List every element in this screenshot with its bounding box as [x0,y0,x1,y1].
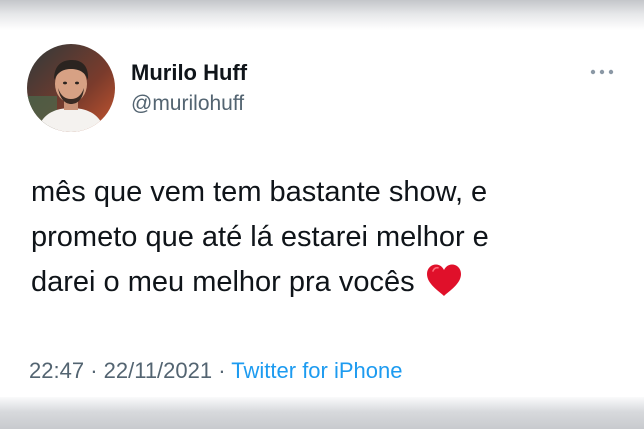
meta-separator: · [218,358,226,383]
screenshot-frame: Murilo Huff @murilohuff mês que vem tem … [0,0,644,429]
tweet-source-link[interactable]: Twitter for iPhone [231,358,402,383]
tweet-text: mês que vem tem bastante show, e prometo… [31,170,621,305]
tweet-meta: 22:47 · 22/11/2021 · Twitter for iPhone [29,358,402,384]
author-handle[interactable]: @murilohuff [131,92,244,116]
tweet-text-line-last: darei o meu melhor pra vocês [31,260,621,305]
tweet-date[interactable]: 22/11/2021 [104,358,212,383]
author-name[interactable]: Murilo Huff [131,60,247,86]
tweet-text-line: darei o meu melhor pra vocês [31,266,415,298]
tweet-time[interactable]: 22:47 [29,358,84,383]
heart-emoji-icon [425,263,463,297]
avatar[interactable] [27,44,115,132]
tweet-text-line: mês que vem tem bastante show, e [31,176,488,208]
avatar-photo [27,44,115,132]
meta-separator: · [90,358,98,383]
more-options-icon[interactable] [588,62,616,82]
tweet-card: Murilo Huff @murilohuff mês que vem tem … [0,30,644,397]
tweet-text-line: prometo que até lá estarei melhor e [31,221,489,253]
